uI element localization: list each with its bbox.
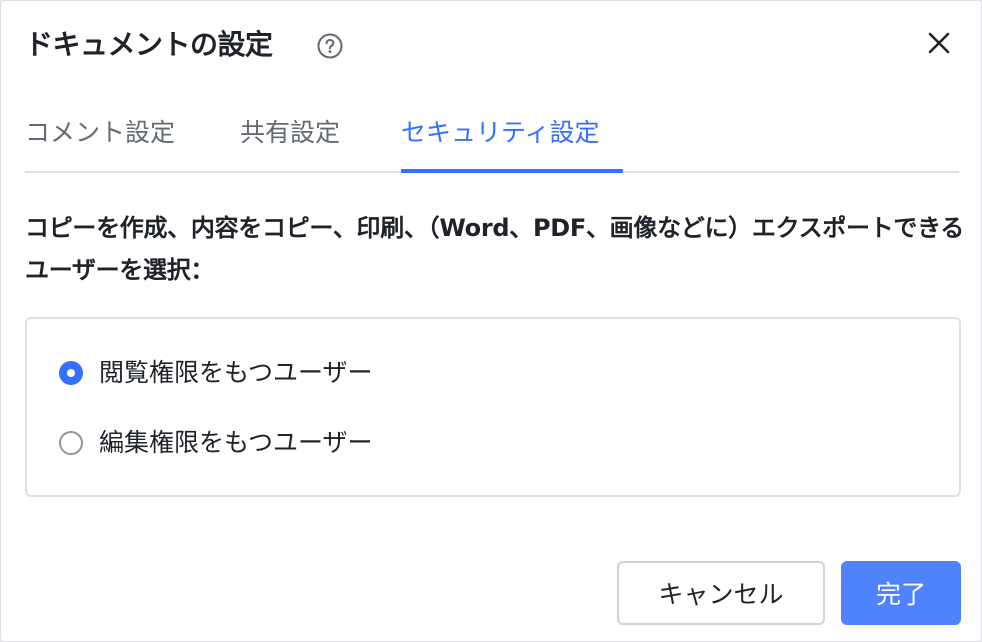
help-circle-icon[interactable] (316, 32, 344, 60)
tab-sharing-settings[interactable]: 共有設定 (240, 113, 340, 153)
tab-comment-settings[interactable]: コメント設定 (25, 113, 175, 153)
radio-edit-permission[interactable] (59, 431, 83, 455)
close-icon (927, 31, 951, 59)
option-label: 閲覧権限をもつユーザー (99, 358, 373, 387)
done-button[interactable]: 完了 (841, 561, 961, 625)
document-settings-dialog: ドキュメントの設定 コメント設定 共有設定 セキュリティ設定 コピーを作成、内容… (0, 0, 982, 642)
cancel-button[interactable]: キャンセル (617, 561, 825, 625)
dialog-title: ドキュメントの設定 (25, 28, 273, 61)
permission-options-panel: 閲覧権限をもつユーザー 編集権限をもつユーザー (25, 317, 961, 497)
dialog-header: ドキュメントの設定 (25, 23, 957, 67)
radio-view-permission[interactable] (59, 361, 83, 385)
settings-tabs: コメント設定 共有設定 セキュリティ設定 (25, 113, 959, 173)
option-view-permission-users[interactable]: 閲覧権限をもつユーザー (59, 355, 373, 391)
tab-security-settings[interactable]: セキュリティ設定 (401, 113, 600, 153)
option-edit-permission-users[interactable]: 編集権限をもつユーザー (59, 425, 373, 461)
option-label: 編集権限をもつユーザー (99, 428, 373, 457)
active-tab-indicator (401, 169, 623, 173)
close-button[interactable] (921, 27, 957, 63)
security-description: コピーを作成、内容をコピー、印刷、（Word、PDF、画像などに）エクスポートで… (25, 214, 964, 284)
